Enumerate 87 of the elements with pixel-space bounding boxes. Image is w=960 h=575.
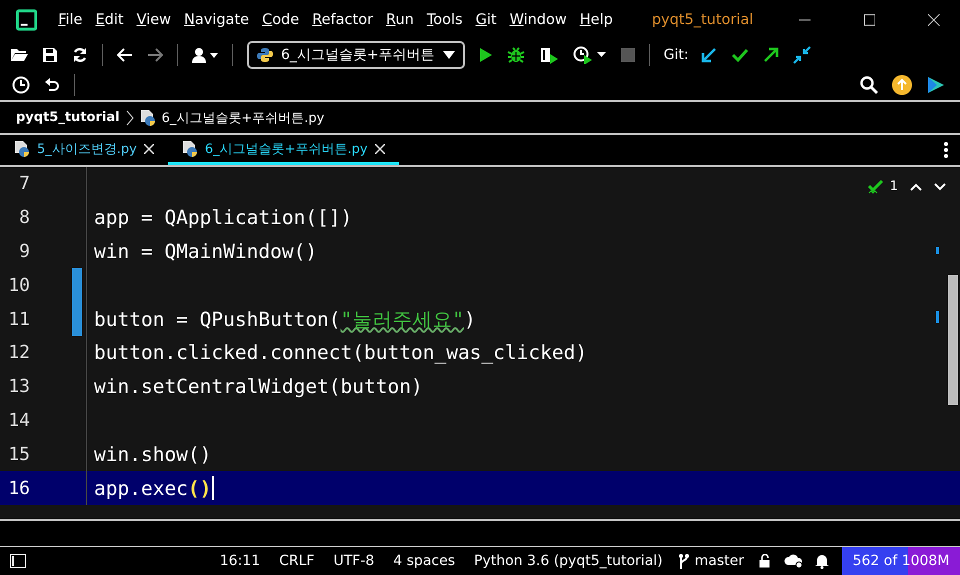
line-number: 13	[7, 376, 30, 398]
code-line: app = QApplication([])	[94, 206, 352, 230]
save-icon[interactable]	[42, 47, 58, 63]
update-circle-icon[interactable]	[892, 75, 912, 95]
check-wavy-icon[interactable]	[868, 180, 884, 194]
caret-position[interactable]: 16:11	[220, 553, 260, 569]
caret-icon	[442, 51, 455, 59]
menu-item[interactable]: View	[136, 12, 171, 28]
git-label: Git:	[664, 47, 689, 63]
bug-icon[interactable]	[506, 46, 525, 64]
bell-icon[interactable]	[815, 553, 829, 569]
menu-item[interactable]: Help	[580, 12, 613, 28]
indent-setting[interactable]: 4 spaces	[393, 553, 456, 569]
menu-item[interactable]: Code	[262, 12, 300, 28]
line-number: 10	[7, 274, 30, 296]
line-number: 16	[7, 478, 30, 499]
change-bar	[72, 268, 82, 302]
chevron-up-icon[interactable]	[910, 182, 922, 190]
maximize-icon[interactable]	[864, 14, 876, 26]
run-icon[interactable]	[478, 47, 493, 63]
python-icon	[257, 47, 273, 63]
interpreter[interactable]: Python 3.6 (pyqt5_tutorial)	[474, 553, 663, 569]
editor-tab[interactable]: 5_사이즈변경.py	[0, 135, 168, 165]
file-encoding[interactable]: UTF-8	[333, 553, 374, 569]
folder-icon[interactable]	[10, 47, 28, 63]
change-bar	[72, 302, 82, 336]
forward-arrow-icon[interactable]	[147, 48, 163, 62]
undo-icon[interactable]	[44, 77, 60, 93]
menu-item[interactable]: Git	[476, 12, 497, 28]
back-arrow-icon[interactable]	[117, 48, 133, 62]
memory-indicator[interactable]: 562 of 1008M	[842, 547, 960, 575]
user-dropdown-icon[interactable]	[192, 47, 218, 63]
sync-icon[interactable]	[72, 47, 88, 63]
python-file-icon	[14, 140, 30, 158]
line-number: 8	[18, 207, 30, 228]
python-file-icon	[140, 108, 156, 126]
breadcrumb-file[interactable]: 6_시그널슬롯+푸쉬버튼.py	[162, 108, 324, 126]
code-line: win.setCentralWidget(button)	[94, 375, 423, 398]
update-arrow-icon[interactable]	[700, 47, 717, 63]
menu-item[interactable]: Edit	[95, 12, 124, 28]
line-number: 9	[18, 240, 30, 262]
line-number: 7	[18, 173, 30, 194]
close-icon[interactable]	[144, 144, 154, 154]
scrollbar-thumb[interactable]	[948, 275, 958, 405]
stop-icon[interactable]	[620, 48, 635, 62]
history-clock-icon[interactable]	[12, 76, 30, 94]
menu-item[interactable]: Navigate	[184, 12, 250, 28]
line-number: 15	[7, 444, 30, 465]
window-title: pyqt5_tutorial	[652, 12, 754, 28]
more-vertical-icon[interactable]	[944, 142, 948, 158]
line-number: 14	[7, 410, 30, 431]
run-configuration-dropdown[interactable]: 6_시그널슬롯+푸쉬버튼	[247, 41, 465, 69]
profiler-dropdown-icon[interactable]	[572, 46, 607, 64]
line-number: 12	[7, 342, 30, 364]
search-icon[interactable]	[860, 76, 878, 94]
play-logo-icon[interactable]	[926, 75, 946, 95]
code-line: button.clicked.connect(button_was_clicked)	[94, 341, 588, 364]
menu-item[interactable]: Refactor	[312, 12, 374, 28]
breadcrumb-project[interactable]: pyqt5_tutorial	[16, 110, 120, 125]
close-icon[interactable]	[928, 14, 940, 26]
inspection-count: 1	[890, 179, 898, 194]
push-arrow-icon[interactable]	[762, 47, 779, 63]
merge-arrows-icon[interactable]	[792, 46, 811, 64]
code-line: win = QMainWindow()	[94, 240, 318, 263]
text-caret	[212, 476, 214, 500]
chevron-right-icon	[126, 110, 134, 126]
close-icon[interactable]	[374, 144, 385, 154]
git-branch[interactable]: master	[694, 553, 744, 569]
app-logo-icon	[16, 9, 38, 31]
panel-toggle-icon[interactable]	[10, 554, 26, 568]
menu-item[interactable]: Window	[510, 12, 567, 28]
chevron-down-icon[interactable]	[934, 182, 946, 190]
line-number: 11	[7, 308, 30, 330]
change-marker	[936, 247, 939, 254]
change-marker	[936, 311, 939, 323]
branch-icon[interactable]	[678, 553, 690, 569]
python-file-icon	[182, 140, 198, 158]
commit-check-icon[interactable]	[730, 48, 749, 62]
coverage-icon[interactable]	[538, 46, 559, 64]
line-ending[interactable]: CRLF	[279, 553, 314, 569]
menu-item[interactable]: File	[58, 12, 82, 28]
code-line: win.show()	[94, 442, 212, 466]
code-line: app.exec()	[94, 476, 212, 500]
cloud-gear-icon[interactable]	[784, 553, 804, 569]
code-line: button = QPushButton("눌러주세요")	[94, 306, 476, 333]
menu-item[interactable]: Run	[386, 12, 414, 28]
menu-item[interactable]: Tools	[426, 12, 463, 28]
